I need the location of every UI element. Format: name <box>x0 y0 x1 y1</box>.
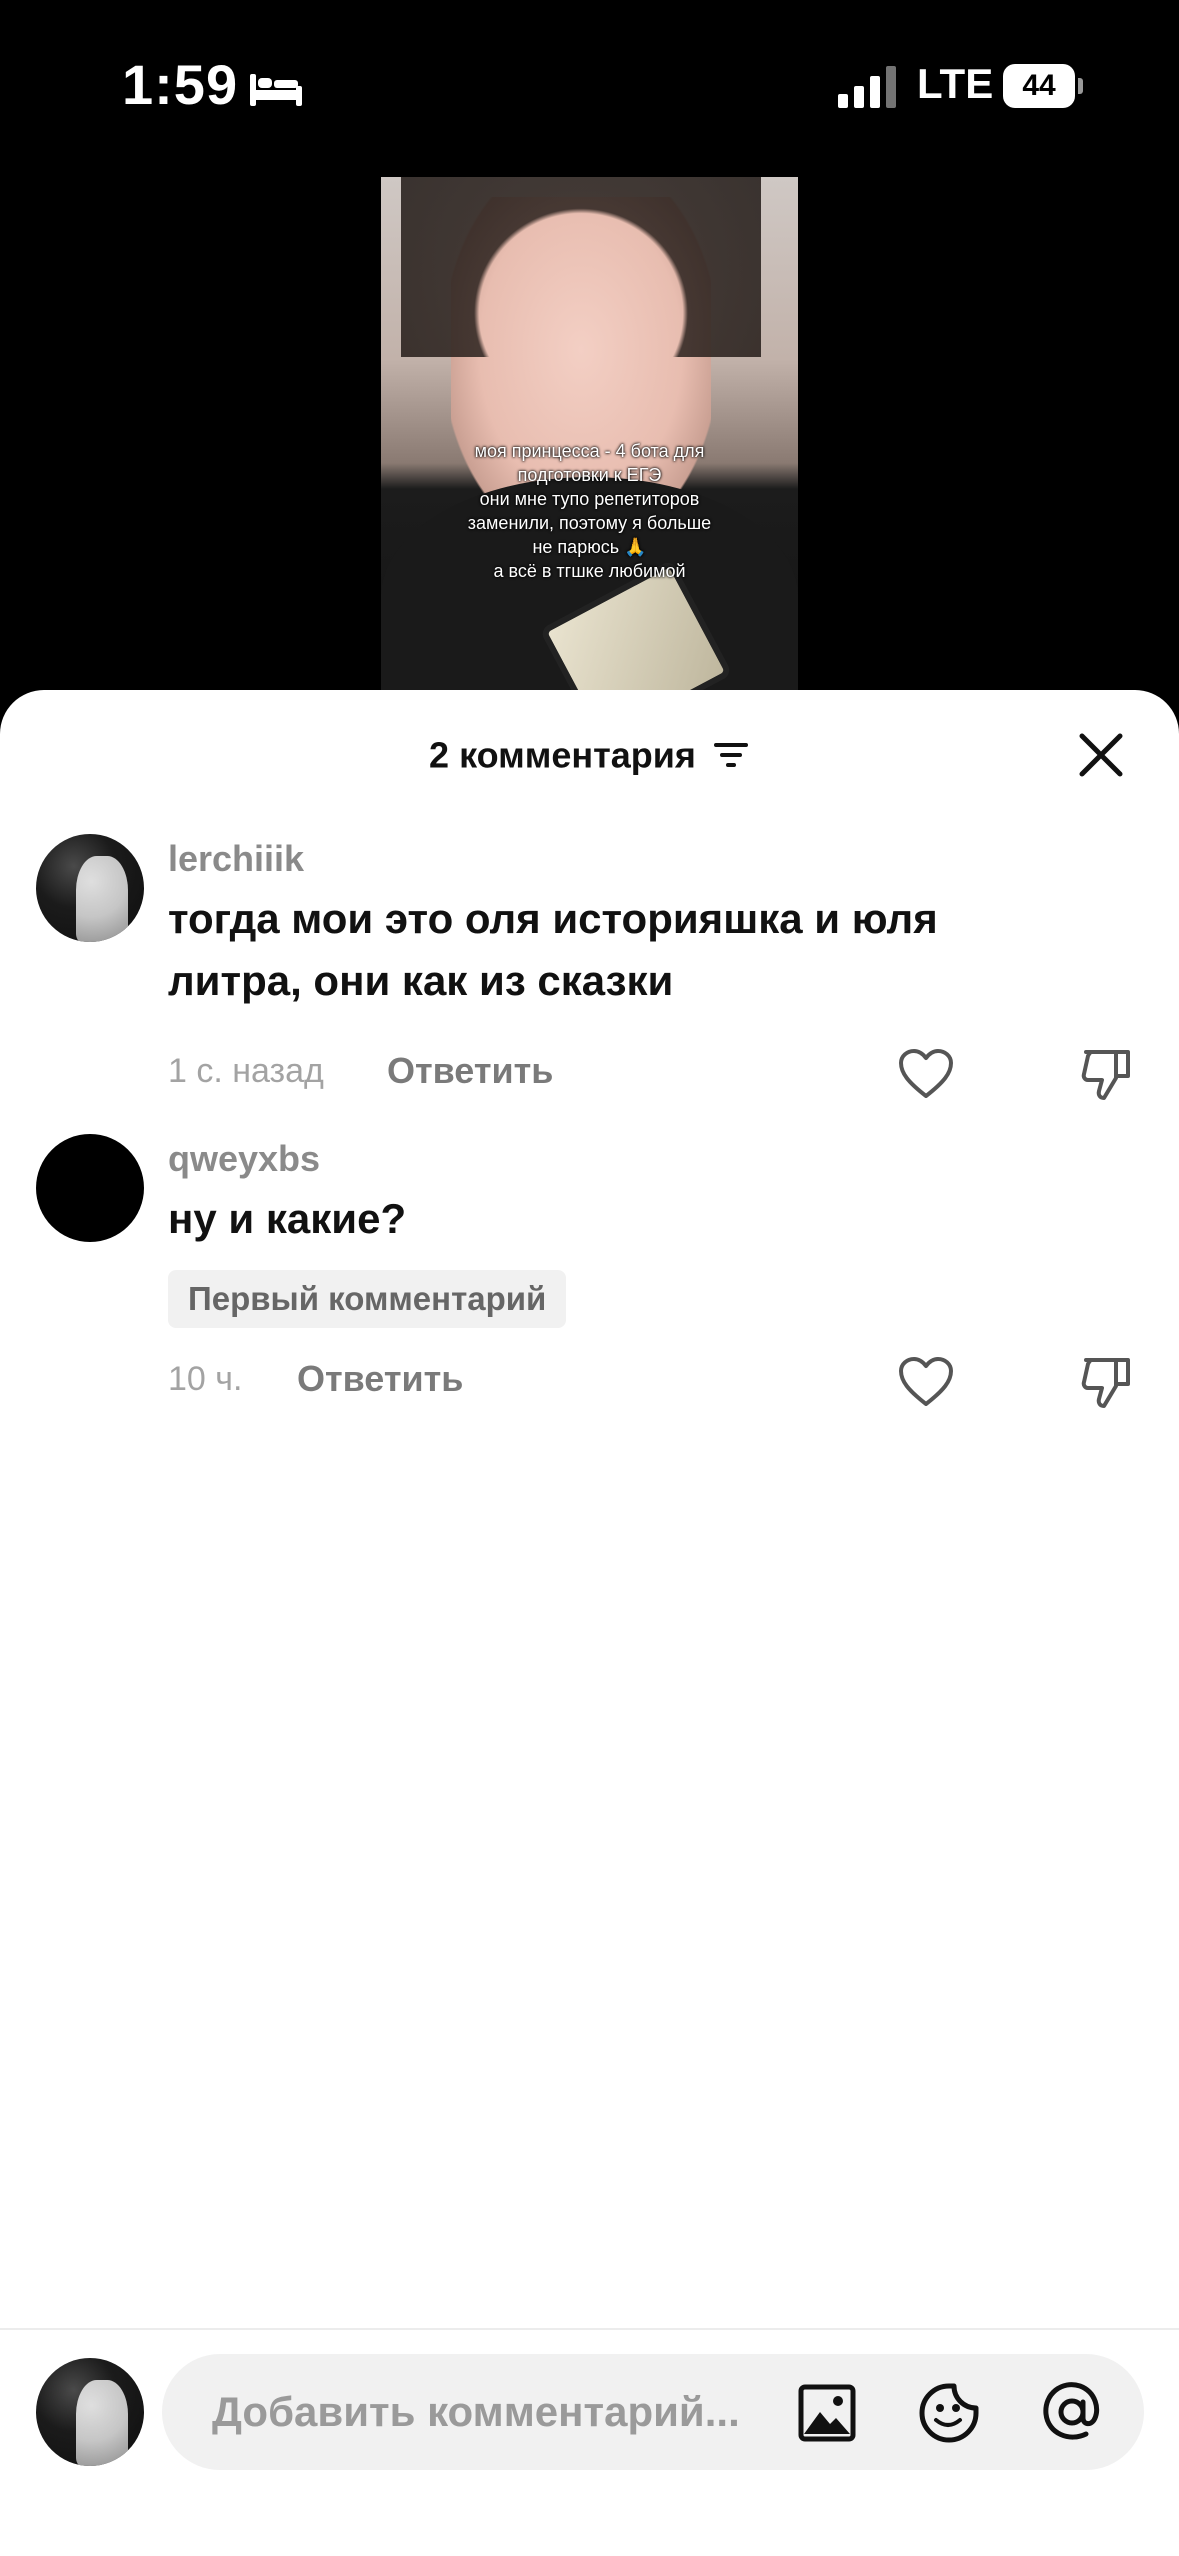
battery-level: 44 <box>1022 69 1056 102</box>
thumbs-down-icon[interactable] <box>1080 1046 1134 1102</box>
comment-time: 10 ч. <box>168 1360 243 1398</box>
comments-title: 2 комментария <box>0 732 1179 776</box>
first-comment-badge: Первый комментарий <box>168 1270 567 1328</box>
comment-text: тогда мои это оля историяшка и юля литра… <box>168 895 938 1004</box>
avatar[interactable] <box>36 834 144 942</box>
bed-icon <box>250 74 302 106</box>
close-icon[interactable] <box>1074 728 1128 782</box>
video-caption: моя принцесса - 4 бота для подготовки к … <box>467 441 712 581</box>
network-label: LTE <box>917 60 994 107</box>
screen: 1:59 LTE 44 моя принцесса - 4 бота для п… <box>0 0 1179 2556</box>
sticker-icon[interactable] <box>918 2382 980 2444</box>
comments-sheet: 2 комментария lerchiiik тогда мои это ол… <box>0 690 1179 2556</box>
comment-input-placeholder[interactable]: Добавить комментарий... <box>212 2354 772 2470</box>
signal-icon <box>838 66 896 108</box>
sheet-header: 2 комментария <box>0 690 1179 815</box>
comment-input-bar: Добавить комментарий... <box>0 2328 1179 2556</box>
video-preview[interactable]: моя принцесса - 4 бота для подготовки к … <box>381 177 798 697</box>
comment-text: ну и какие? <box>168 1195 407 1242</box>
status-time: 1:59 <box>122 53 239 116</box>
comment-username[interactable]: lerchiiik <box>168 838 304 880</box>
heart-icon[interactable] <box>898 1048 954 1100</box>
thumbs-down-icon[interactable] <box>1080 1354 1134 1410</box>
reply-button[interactable]: Ответить <box>387 1050 553 1092</box>
comment-input[interactable]: Добавить комментарий... <box>162 2354 1144 2470</box>
avatar[interactable] <box>36 1134 144 1242</box>
heart-icon[interactable] <box>898 1356 954 1408</box>
mention-icon[interactable] <box>1040 2380 1104 2444</box>
battery-icon: 44 <box>1003 64 1083 108</box>
comments-count-label: 2 комментария <box>429 734 696 776</box>
comment-time: 1 с. назад <box>168 1052 324 1090</box>
status-bar: 1:59 LTE 44 <box>0 0 1179 170</box>
comment-username[interactable]: qweyxbs <box>168 1138 320 1180</box>
reply-button[interactable]: Ответить <box>297 1358 463 1400</box>
current-user-avatar <box>36 2358 144 2466</box>
sort-icon[interactable] <box>712 740 750 770</box>
image-icon[interactable] <box>798 2384 856 2442</box>
